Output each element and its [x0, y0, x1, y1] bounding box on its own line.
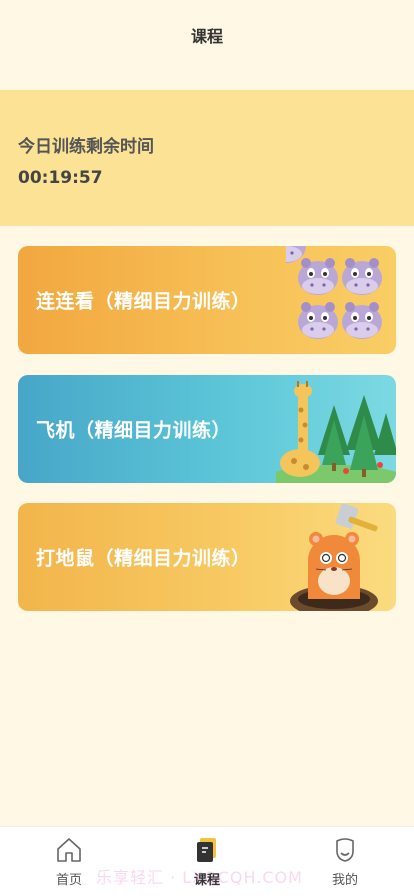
timer-value: 00:19:57 [18, 168, 103, 188]
course-card-whack-a-mole[interactable]: 打地鼠（精细目力训练） [18, 503, 396, 611]
course-label: 飞机（精细目力训练） [36, 419, 232, 442]
home-icon [57, 838, 81, 862]
giraffe-forest-icon [276, 381, 396, 483]
profile-icon [336, 838, 354, 862]
course-card-airplane[interactable]: 飞机（精细目力训练） [18, 375, 396, 483]
tab-profile[interactable]: 我的 [276, 827, 414, 896]
hippo-faces-icon [286, 246, 382, 339]
course-label: 打地鼠（精细目力训练） [36, 547, 251, 570]
tab-label: 我的 [331, 873, 358, 888]
tab-home[interactable]: 首页 [0, 827, 138, 896]
tab-label: 课程 [193, 873, 220, 888]
navigation-bar: 课程 [0, 0, 414, 70]
course-icon [197, 838, 216, 862]
tab-label: 首页 [55, 873, 82, 888]
course-label: 连连看（精细目力训练） [36, 290, 251, 313]
page-title: 课程 [190, 27, 223, 46]
tab-bar: 首页 课程 我的 [0, 826, 414, 896]
timer-panel [0, 90, 414, 226]
hamster-hammer-icon [290, 503, 378, 611]
tab-course[interactable]: 课程 [138, 827, 276, 896]
timer-label: 今日训练剩余时间 [18, 137, 154, 157]
course-card-matching[interactable]: 连连看（精细目力训练） [18, 246, 396, 354]
